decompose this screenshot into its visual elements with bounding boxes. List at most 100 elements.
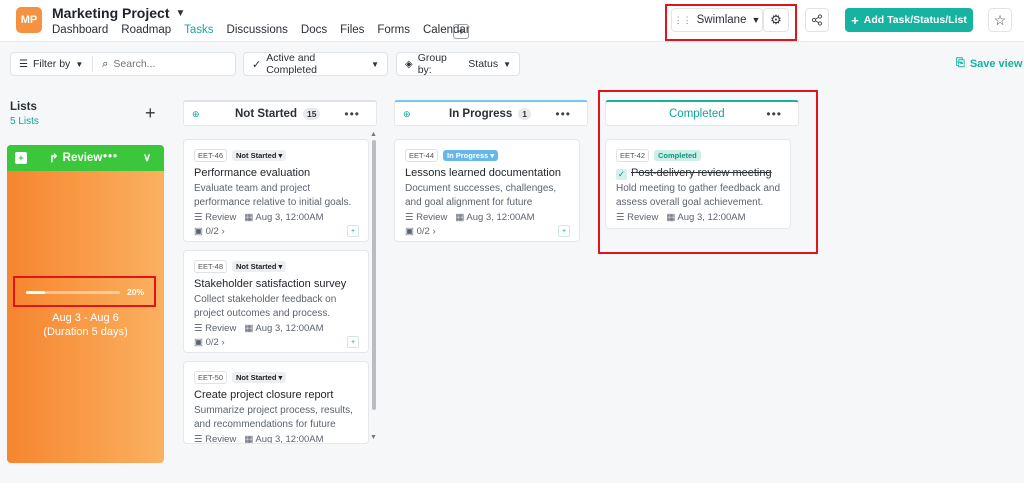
column-title-text: In Progress	[449, 108, 513, 120]
chevron-down-icon[interactable]: ▼	[175, 8, 185, 19]
nav-files[interactable]: Files	[340, 24, 364, 36]
scroll-up-icon[interactable]: ▲	[370, 131, 377, 138]
column-scrollbar[interactable]	[372, 140, 376, 410]
nav-roadmap[interactable]: Roadmap	[121, 24, 171, 36]
due-date: ▦ Aug 3, 12:00AM	[455, 212, 535, 223]
calendar-icon: ▦	[244, 434, 256, 444]
card-header: EET-50 Not Started ▾	[194, 371, 287, 384]
group-by-value: Status	[468, 58, 499, 70]
more-options-icon[interactable]: •••	[103, 151, 118, 163]
column-title: Not Started 15	[235, 108, 321, 120]
share-icon	[811, 14, 823, 26]
filter-by-button[interactable]: Filter by	[33, 58, 70, 70]
task-description: Document successes, challenges, and goal…	[405, 183, 557, 208]
chevron-down-icon: ▼	[75, 59, 84, 69]
filter-icon[interactable]: ☰	[19, 59, 28, 70]
divider	[92, 56, 94, 72]
favorite-button[interactable]: ☆	[988, 8, 1012, 32]
subtask-count[interactable]: ▣ 0/2 ›	[405, 226, 436, 237]
nav-dashboard[interactable]: Dashboard	[52, 24, 108, 36]
group-by-label: Group by:	[417, 52, 447, 76]
assign-user-icon[interactable]: +	[558, 225, 570, 237]
nav-tasks[interactable]: Tasks	[184, 24, 213, 36]
task-title[interactable]: Stakeholder satisfaction survey	[194, 278, 346, 290]
list-icon: ☰	[194, 212, 206, 223]
bookmark-icon: ⎘	[956, 57, 965, 69]
swimlane-header[interactable]: + ↱ Review ••• ∨	[7, 145, 164, 171]
assign-user-icon[interactable]: +	[347, 336, 359, 348]
list-icon: ☰	[194, 434, 206, 444]
task-meta: ☰ Review ▦ Aug 3, 12:00AM	[194, 212, 324, 223]
highlight-box-progress	[13, 276, 156, 307]
star-icon: ☆	[993, 11, 1007, 28]
scroll-down-icon[interactable]: ▼	[370, 434, 377, 441]
save-view-button[interactable]: ⎘ Save view	[956, 57, 1022, 70]
list-tag: ☰ Review	[194, 212, 237, 223]
task-title[interactable]: Create project closure report	[194, 389, 333, 401]
task-card[interactable]: EET-46 Not Started ▾ Performance evaluat…	[183, 139, 369, 242]
subtask-count[interactable]: ▣ 0/2 ›	[194, 337, 225, 348]
column-header-not-started[interactable]: ⊕ Not Started 15 •••	[183, 100, 377, 126]
chevron-down-icon: ▼	[371, 59, 379, 69]
lists-heading: Lists	[10, 101, 37, 113]
task-id: EET-48	[194, 260, 228, 273]
status-badge[interactable]: In Progress ▾	[443, 150, 499, 161]
list-tag: ☰ Review	[194, 323, 237, 334]
task-id: EET-50	[194, 371, 228, 384]
task-card[interactable]: EET-50 Not Started ▾ Create project clos…	[183, 361, 369, 444]
save-view-label: Save view	[969, 57, 1023, 70]
column-header-in-progress[interactable]: ⊕ In Progress 1 •••	[394, 100, 588, 126]
task-card[interactable]: EET-44 In Progress ▾ Lessons learned doc…	[394, 139, 580, 242]
list-icon: ☰	[194, 323, 206, 334]
project-title[interactable]: Marketing Project ▼	[52, 5, 185, 21]
swimlane-name: ↱ Review	[49, 151, 102, 165]
check-circle-icon: ✓	[252, 58, 262, 71]
calendar-icon: ▦	[244, 323, 256, 334]
add-task-status-list-button[interactable]: + Add Task/Status/List	[845, 8, 973, 32]
column-title-text: Not Started	[235, 108, 297, 120]
column-count-badge: 1	[518, 108, 532, 120]
task-description: Evaluate team and project performance re…	[194, 183, 352, 208]
highlight-box-view-controls	[665, 4, 797, 41]
swimlane-dates: Aug 3 - Aug 6	[52, 312, 119, 324]
swimlane-duration: (Duration 5 days)	[43, 326, 128, 338]
project-logo[interactable]: MP	[16, 7, 42, 33]
calendar-icon: ▦	[244, 212, 256, 223]
list-tag: ☰ Review	[405, 212, 448, 223]
assign-user-icon[interactable]: +	[15, 152, 27, 164]
assign-user-icon[interactable]: +	[347, 225, 359, 237]
subtask-icon: ▣	[194, 226, 206, 237]
group-by-select[interactable]: ◈ Group by: Status ▼	[396, 52, 520, 76]
add-list-icon[interactable]: +	[145, 104, 156, 122]
status-badge[interactable]: Not Started ▾	[232, 372, 287, 383]
more-options-icon[interactable]: •••	[555, 107, 571, 121]
add-tab-icon[interactable]: +	[453, 24, 469, 39]
due-date: ▦ Aug 3, 12:00AM	[244, 323, 324, 334]
nav-discussions[interactable]: Discussions	[227, 24, 288, 36]
project-title-text: Marketing Project	[52, 5, 170, 21]
nav-docs[interactable]: Docs	[301, 24, 327, 36]
search-input[interactable]	[113, 58, 224, 70]
share-button[interactable]	[805, 8, 829, 32]
assign-user-icon[interactable]: ⊕	[403, 109, 411, 120]
more-options-icon[interactable]: •••	[344, 107, 360, 121]
active-completed-filter[interactable]: ✓ Active and Completed ▼	[243, 52, 388, 76]
status-badge[interactable]: Not Started ▾	[232, 261, 287, 272]
task-title[interactable]: Performance evaluation	[194, 167, 310, 179]
card-header: EET-44 In Progress ▾	[405, 149, 499, 162]
nav-forms[interactable]: Forms	[377, 24, 410, 36]
filter-search-bar: ☰ Filter by ▼ ⌕	[10, 52, 236, 76]
task-meta: ☰ Review ▦ Aug 3, 12:00AM	[194, 434, 324, 444]
project-nav: Dashboard Roadmap Tasks Discussions Docs…	[52, 24, 470, 36]
share-arrow-icon: ↱	[49, 153, 59, 165]
status-badge[interactable]: Not Started ▾	[232, 150, 287, 161]
task-card[interactable]: EET-48 Not Started ▾ Stakeholder satisfa…	[183, 250, 369, 353]
assign-user-icon[interactable]: ⊕	[192, 109, 200, 120]
task-description: Collect stakeholder feedback on project …	[194, 294, 337, 319]
task-title[interactable]: Lessons learned documentation	[405, 167, 561, 179]
chevron-down-icon[interactable]: ∨	[143, 151, 151, 164]
subtask-count[interactable]: ▣ 0/2 ›	[194, 226, 225, 237]
task-meta: ☰ Review ▦ Aug 3, 12:00AM	[194, 323, 324, 334]
column-count-badge: 15	[302, 108, 321, 120]
top-header: MP Marketing Project ▼ Dashboard Roadmap…	[0, 0, 1024, 42]
